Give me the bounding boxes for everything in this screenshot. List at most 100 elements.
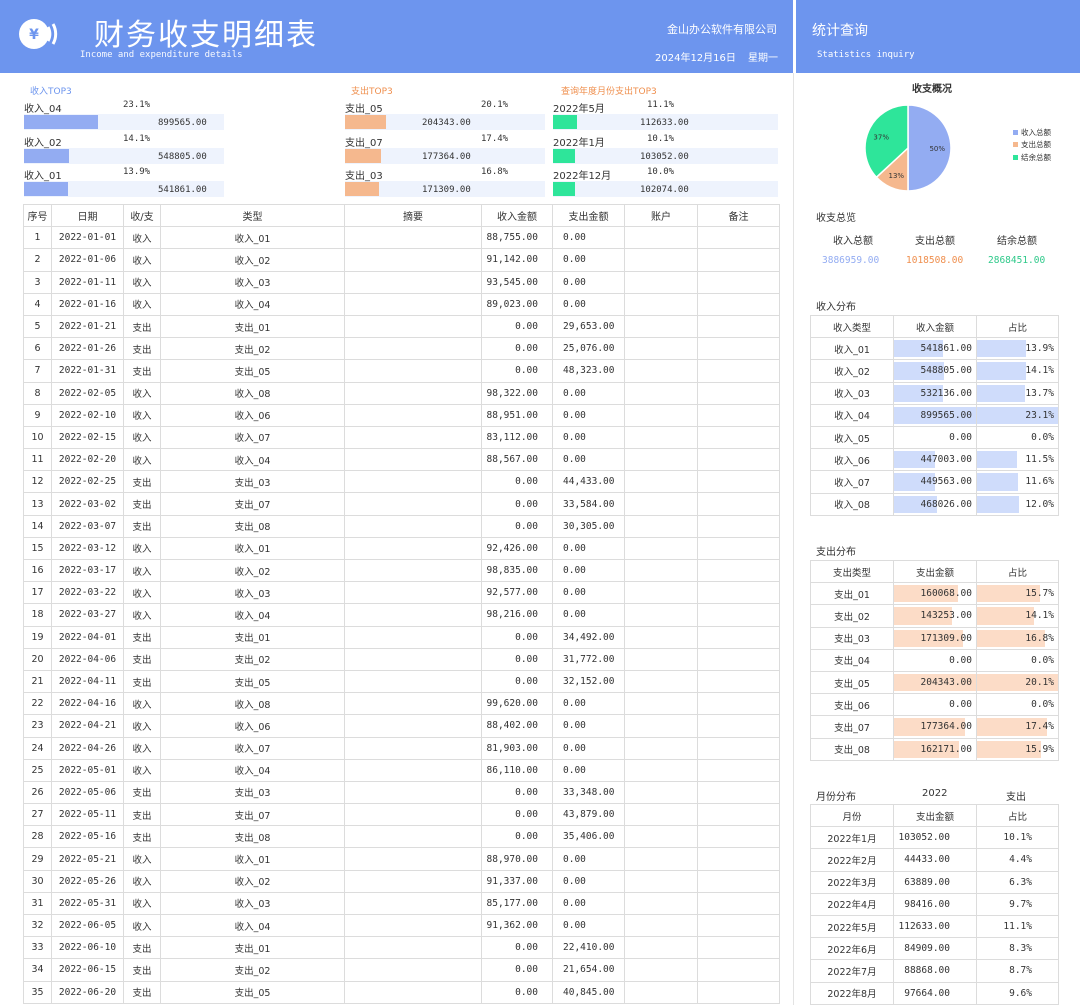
table-cell[interactable]: 7 [23,359,52,383]
table-row[interactable]: 19 2022-04-01 支出 支出_01 0.00 34,492.00 [23,625,780,649]
table-cell[interactable] [344,248,482,272]
type-cell[interactable]: 收入_01 [810,337,894,361]
table-row[interactable]: 8 2022-02-05 收入 收入_08 98,322.00 0.00 [23,381,780,405]
table-cell[interactable] [624,780,698,805]
table-cell[interactable] [344,603,482,627]
table-cell[interactable]: 8 [23,381,52,405]
table-cell[interactable] [697,891,780,916]
table-row[interactable]: 收入_03 532136.00 13.7% [810,381,1059,405]
table-cell[interactable]: 收入 [123,403,161,427]
amount-cell[interactable]: 449563.00 [893,470,977,494]
table-cell[interactable]: 0.00 [552,248,625,272]
table-cell[interactable] [624,936,698,960]
table-cell[interactable]: 支出 [123,980,161,1004]
percent-cell[interactable]: 10.1% [976,826,1059,850]
table-cell[interactable]: 3 [23,270,52,294]
table-cell[interactable]: 支出 [123,825,161,849]
table-cell[interactable] [697,536,780,561]
column-header[interactable]: 占比 [976,803,1059,828]
table-cell[interactable] [624,226,698,250]
table-cell[interactable]: 收入_06 [160,714,345,738]
table-cell[interactable] [624,470,698,494]
table-cell[interactable] [344,226,482,250]
table-cell[interactable]: 收入 [123,714,161,738]
table-cell[interactable] [344,337,482,361]
table-row[interactable]: 收入_07 449563.00 11.6% [810,470,1059,494]
table-row[interactable]: 31 2022-05-31 收入 收入_03 85,177.00 0.00 [23,891,780,916]
table-cell[interactable]: 32,152.00 [552,669,625,694]
column-header[interactable]: 收入类型 [810,314,894,339]
table-cell[interactable] [344,403,482,427]
table-cell[interactable]: 支出 [123,314,161,339]
table-row[interactable]: 24 2022-04-26 收入 收入_07 81,903.00 0.00 [23,736,780,760]
table-cell[interactable]: 2022-06-10 [51,936,124,960]
table-cell[interactable] [697,581,780,605]
table-cell[interactable]: 2022-02-25 [51,470,124,494]
table-cell[interactable] [624,337,698,361]
amount-cell[interactable]: 84909.00 [893,937,977,961]
table-cell[interactable]: 0.00 [552,536,625,561]
table-cell[interactable]: 18 [23,603,52,627]
table-row[interactable]: 11 2022-02-20 收入 收入_04 88,567.00 0.00 [23,448,780,472]
table-cell[interactable]: 91,362.00 [481,913,553,938]
amount-cell[interactable]: 0.00 [893,693,977,717]
percent-cell[interactable]: 13.7% [976,381,1059,405]
table-row[interactable]: 9 2022-02-10 收入 收入_06 88,951.00 0.00 [23,403,780,427]
table-cell[interactable] [344,314,482,339]
table-cell[interactable]: 2022-04-16 [51,692,124,716]
table-cell[interactable]: 83,112.00 [481,425,553,450]
table-cell[interactable]: 30 [23,869,52,893]
table-cell[interactable]: 22,410.00 [552,936,625,960]
table-cell[interactable]: 收入 [123,292,161,316]
table-cell[interactable]: 22 [23,692,52,716]
percent-cell[interactable]: 11.1% [976,914,1059,939]
table-row[interactable]: 支出_03 171309.00 16.8% [810,626,1059,650]
column-header[interactable]: 占比 [976,559,1059,584]
table-cell[interactable]: 收入_03 [160,891,345,916]
table-cell[interactable] [624,847,698,871]
table-cell[interactable] [344,958,482,982]
table-cell[interactable]: 17 [23,581,52,605]
type-cell[interactable]: 支出_02 [810,604,894,628]
table-cell[interactable]: 支出_02 [160,337,345,361]
table-cell[interactable]: 29,653.00 [552,314,625,339]
amount-cell[interactable]: 44433.00 [893,848,977,872]
table-cell[interactable]: 20 [23,647,52,671]
table-cell[interactable]: 0.00 [552,558,625,583]
table-cell[interactable]: 收入_04 [160,603,345,627]
type-cell[interactable]: 支出_08 [810,737,894,761]
table-cell[interactable] [697,758,780,782]
table-cell[interactable]: 支出 [123,337,161,361]
type-cell[interactable]: 收入_06 [810,448,894,472]
table-cell[interactable]: 收入_01 [160,847,345,871]
table-row[interactable]: 33 2022-06-10 支出 支出_01 0.00 22,410.00 [23,936,780,960]
table-cell[interactable] [697,381,780,405]
table-cell[interactable]: 88,567.00 [481,448,553,472]
table-cell[interactable]: 0.00 [552,226,625,250]
type-cell[interactable]: 收入_04 [810,403,894,427]
table-cell[interactable]: 支出_02 [160,958,345,982]
month-dist-kind[interactable]: 支出 [1006,788,1026,803]
table-cell[interactable]: 支出_07 [160,492,345,516]
table-cell[interactable]: 0.00 [552,603,625,627]
table-cell[interactable]: 2022-01-26 [51,337,124,361]
percent-cell[interactable]: 15.7% [976,582,1059,606]
table-cell[interactable] [344,913,482,938]
table-cell[interactable]: 收入 [123,248,161,272]
table-cell[interactable]: 2022-01-11 [51,270,124,294]
table-cell[interactable]: 33,584.00 [552,492,625,516]
table-cell[interactable]: 35 [23,980,52,1004]
table-cell[interactable]: 0.00 [552,581,625,605]
table-cell[interactable]: 支出_03 [160,780,345,805]
table-cell[interactable] [624,692,698,716]
table-cell[interactable]: 0.00 [552,270,625,294]
table-cell[interactable] [344,492,482,516]
table-cell[interactable]: 收入 [123,603,161,627]
amount-cell[interactable]: 177364.00 [893,715,977,739]
table-cell[interactable]: 15 [23,536,52,561]
table-cell[interactable]: 0.00 [481,514,553,538]
table-cell[interactable]: 93,545.00 [481,270,553,294]
table-cell[interactable]: 0.00 [552,714,625,738]
table-cell[interactable] [624,581,698,605]
amount-cell[interactable]: 532136.00 [893,381,977,405]
